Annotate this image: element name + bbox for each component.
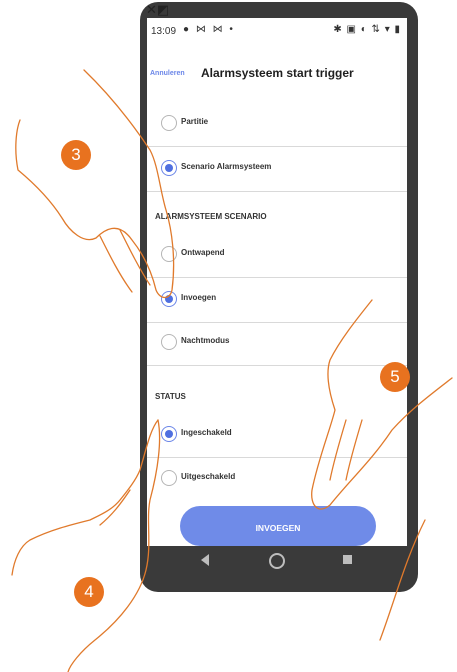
finger-line — [11, 419, 159, 576]
screen-record-icon: ✕◩ — [146, 3, 170, 18]
radio-partitie[interactable] — [161, 115, 177, 131]
option-scenario-alarmsysteem[interactable]: Scenario Alarmsysteem — [147, 147, 407, 192]
option-label: Nachtmodus — [181, 336, 230, 345]
screen-header: Annuleren Alarmsysteem start trigger — [147, 66, 407, 86]
radio-scenario-alarmsysteem[interactable] — [161, 160, 177, 176]
option-label: Uitgeschakeld — [181, 472, 236, 481]
option-label: Ingeschakeld — [181, 428, 232, 437]
back-icon[interactable] — [201, 554, 209, 566]
system-icons: ✱ ▣ ◐ ⇅ ▾ ▮ — [333, 24, 401, 35]
option-partitie[interactable]: Partitie — [147, 102, 407, 147]
finger-line — [99, 489, 131, 526]
step-badge-5: 5 — [380, 362, 410, 392]
option-ingeschakeld[interactable]: Ingeschakeld — [147, 413, 407, 458]
home-icon[interactable] — [269, 553, 285, 569]
option-nachtmodus[interactable]: Nachtmodus — [147, 321, 407, 366]
radio-uitgeschakeld[interactable] — [161, 470, 177, 486]
option-ontwapend[interactable]: Ontwapend — [147, 233, 407, 278]
radio-ingeschakeld[interactable] — [161, 426, 177, 442]
status-time: 13:09 — [151, 26, 177, 37]
option-label: Scenario Alarmsysteem — [181, 162, 272, 171]
android-nav-bar — [147, 546, 407, 578]
radio-invoegen[interactable] — [161, 291, 177, 307]
recent-apps-icon[interactable] — [343, 555, 352, 564]
finger-line — [99, 235, 133, 293]
status-bar: 13:09 ● ⋈ ⋈ • ✱ ▣ ◐ ⇅ ▾ ▮ — [147, 18, 407, 42]
option-uitgeschakeld[interactable]: Uitgeschakeld — [147, 457, 407, 501]
section-heading-scenario: ALARMSYSTEEM SCENARIO — [155, 212, 267, 221]
option-label: Partitie — [181, 117, 209, 126]
step-badge-4: 4 — [74, 577, 104, 607]
option-invoegen[interactable]: Invoegen — [147, 278, 407, 323]
radio-ontwapend[interactable] — [161, 246, 177, 262]
section-heading-status: STATUS — [155, 392, 186, 401]
step-badge-3: 3 — [61, 140, 91, 170]
option-label: Ontwapend — [181, 248, 225, 257]
radio-nachtmodus[interactable] — [161, 334, 177, 350]
cancel-button[interactable]: Annuleren — [150, 70, 185, 77]
app-screen: 13:09 ● ⋈ ⋈ • ✱ ▣ ◐ ⇅ ▾ ▮ Annuleren Alar… — [147, 18, 407, 546]
notification-icons: ● ⋈ ⋈ • — [183, 24, 235, 35]
page-title: Alarmsysteem start trigger — [201, 66, 354, 80]
option-label: Invoegen — [181, 293, 217, 302]
invoegen-button[interactable]: INVOEGEN — [180, 506, 376, 546]
